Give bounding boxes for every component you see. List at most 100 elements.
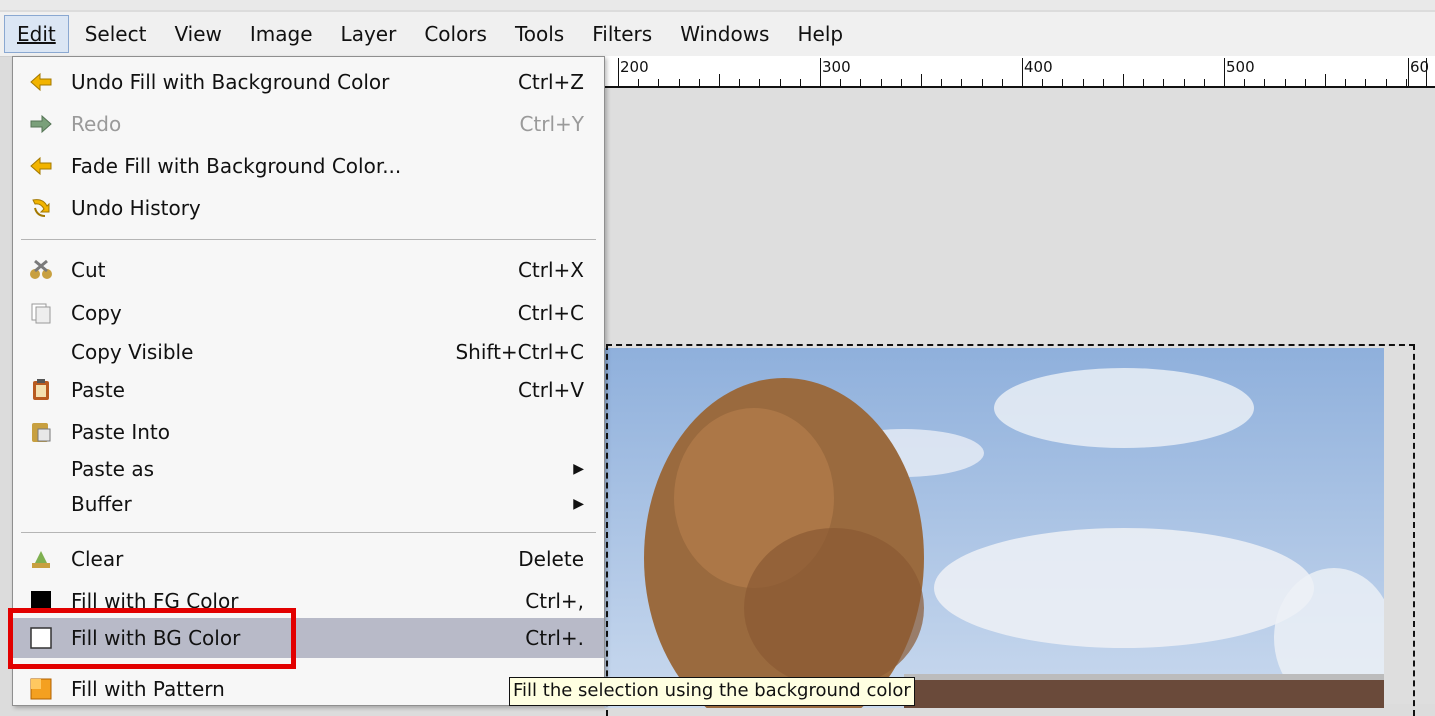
menu-image-label: Image bbox=[249, 22, 313, 46]
menu-item-paste[interactable]: Paste Ctrl+V bbox=[13, 370, 604, 410]
ruler-tick bbox=[901, 79, 902, 86]
ruler-tick bbox=[1184, 79, 1185, 86]
ruler-tick bbox=[1224, 58, 1225, 86]
ruler-tick bbox=[1143, 79, 1144, 86]
eraser-icon bbox=[27, 545, 55, 573]
clipboard-icon bbox=[27, 376, 55, 404]
submenu-arrow-icon: ▶ bbox=[573, 496, 584, 512]
menu-view-label: View bbox=[174, 22, 222, 46]
undo-arrow-icon bbox=[27, 68, 55, 96]
horizontal-ruler[interactable]: 200 300 400 500 60 bbox=[604, 56, 1435, 88]
ruler-tick bbox=[1062, 79, 1063, 86]
ruler-tick bbox=[1285, 79, 1286, 86]
ruler-tick bbox=[679, 79, 680, 86]
menu-windows-label: Windows bbox=[680, 22, 770, 46]
image-canvas[interactable] bbox=[604, 88, 1435, 716]
menu-item-redo-shortcut: Ctrl+Y bbox=[519, 112, 584, 136]
menu-windows[interactable]: Windows bbox=[668, 16, 781, 52]
menu-item-clear[interactable]: Clear Delete bbox=[13, 539, 604, 579]
menu-help-label: Help bbox=[797, 22, 844, 46]
menu-help[interactable]: Help bbox=[785, 16, 855, 52]
menu-select[interactable]: Select bbox=[73, 16, 159, 52]
menu-separator bbox=[21, 239, 596, 240]
menu-item-fill-pattern-label: Fill with Pattern bbox=[71, 677, 225, 701]
menu-item-clear-shortcut: Delete bbox=[518, 547, 584, 571]
menu-item-paste-shortcut: Ctrl+V bbox=[517, 378, 584, 402]
ruler-tick bbox=[961, 79, 962, 86]
menu-view[interactable]: View bbox=[162, 16, 233, 52]
menu-item-buffer[interactable]: Buffer ▶ bbox=[13, 484, 604, 524]
menu-item-undo-history[interactable]: Undo History bbox=[13, 188, 604, 228]
ruler-label-200: 200 bbox=[618, 58, 649, 86]
submenu-arrow-icon: ▶ bbox=[573, 461, 584, 477]
annotation-highlight-box bbox=[8, 608, 296, 669]
paste-into-icon bbox=[27, 418, 55, 446]
menu-item-cut-shortcut: Ctrl+X bbox=[517, 258, 584, 282]
menu-item-clear-label: Clear bbox=[71, 547, 124, 571]
copy-icon bbox=[27, 299, 55, 327]
ruler-tick bbox=[982, 79, 983, 86]
ruler-tick bbox=[1386, 79, 1387, 86]
menu-item-undo-label: Undo Fill with Background Color bbox=[71, 70, 390, 94]
ruler-tick bbox=[658, 79, 659, 86]
ruler-tick bbox=[860, 79, 861, 86]
ruler-tick bbox=[1244, 79, 1245, 86]
menu-item-paste-into-label: Paste Into bbox=[71, 420, 170, 444]
menu-item-redo[interactable]: Redo Ctrl+Y bbox=[13, 104, 604, 144]
menu-item-copy-visible[interactable]: Copy Visible Shift+Ctrl+C bbox=[13, 332, 604, 372]
menu-colors-label: Colors bbox=[424, 22, 487, 46]
menu-item-fill-fg-shortcut: Ctrl+, bbox=[525, 589, 584, 613]
undo-history-icon bbox=[27, 194, 55, 222]
menu-item-paste-label: Paste bbox=[71, 378, 125, 402]
redo-arrow-icon bbox=[27, 110, 55, 138]
menu-item-copy[interactable]: Copy Ctrl+C bbox=[13, 293, 604, 333]
ruler-tick bbox=[800, 79, 801, 86]
menu-item-paste-as[interactable]: Paste as ▶ bbox=[13, 449, 604, 489]
menu-tools[interactable]: Tools bbox=[503, 16, 576, 52]
ruler-label-300: 300 bbox=[820, 58, 851, 86]
ruler-tick bbox=[1163, 79, 1164, 86]
scissors-icon bbox=[27, 256, 55, 284]
menu-item-copy-visible-shortcut: Shift+Ctrl+C bbox=[455, 340, 584, 364]
ruler-tick bbox=[1123, 74, 1124, 86]
menu-item-copy-shortcut: Ctrl+C bbox=[517, 301, 584, 325]
ruler-label-500: 500 bbox=[1224, 58, 1255, 86]
tooltip: Fill the selection using the background … bbox=[509, 677, 915, 706]
menu-layer[interactable]: Layer bbox=[329, 16, 409, 52]
ruler-tick bbox=[1325, 74, 1326, 86]
ruler-label-400: 400 bbox=[1022, 58, 1053, 86]
menu-item-undo-shortcut: Ctrl+Z bbox=[517, 70, 584, 94]
ruler-tick bbox=[618, 58, 619, 86]
menu-item-fade-label: Fade Fill with Background Color... bbox=[71, 154, 402, 178]
ruler-tick bbox=[1204, 79, 1205, 86]
menu-select-label: Select bbox=[84, 22, 147, 46]
menu-colors[interactable]: Colors bbox=[412, 16, 499, 52]
menu-layer-label: Layer bbox=[340, 22, 397, 46]
selection-marquee bbox=[606, 344, 1415, 716]
ruler-tick bbox=[840, 79, 841, 86]
menu-item-paste-into[interactable]: Paste Into bbox=[13, 412, 604, 452]
pattern-icon bbox=[27, 675, 55, 703]
menu-image[interactable]: Image bbox=[238, 16, 325, 52]
ruler-tick bbox=[1264, 79, 1265, 86]
menu-item-undo-history-label: Undo History bbox=[71, 196, 201, 220]
menu-filters[interactable]: Filters bbox=[580, 16, 664, 52]
ruler-tick bbox=[1103, 79, 1104, 86]
menu-item-paste-as-label: Paste as bbox=[71, 457, 155, 481]
menu-edit[interactable]: Edit bbox=[4, 15, 69, 53]
ruler-tick bbox=[759, 79, 760, 86]
menu-item-undo[interactable]: Undo Fill with Background Color Ctrl+Z bbox=[13, 62, 604, 102]
menu-filters-label: Filters bbox=[592, 22, 653, 46]
ruler-tick bbox=[1022, 58, 1023, 86]
ruler-tick bbox=[638, 79, 639, 86]
menu-item-fade[interactable]: Fade Fill with Background Color... bbox=[13, 146, 604, 186]
ruler-tick bbox=[780, 79, 781, 86]
title-strip bbox=[0, 0, 1435, 10]
menu-bar: Edit Select View Image Layer Colors Tool… bbox=[0, 12, 1435, 57]
menu-item-copy-label: Copy bbox=[71, 301, 122, 325]
ruler-tick bbox=[1426, 58, 1427, 86]
ruler-tick bbox=[1083, 79, 1084, 86]
menu-item-cut[interactable]: Cut Ctrl+X bbox=[13, 250, 604, 290]
ruler-tick bbox=[719, 74, 720, 86]
ruler-tick bbox=[1305, 79, 1306, 86]
